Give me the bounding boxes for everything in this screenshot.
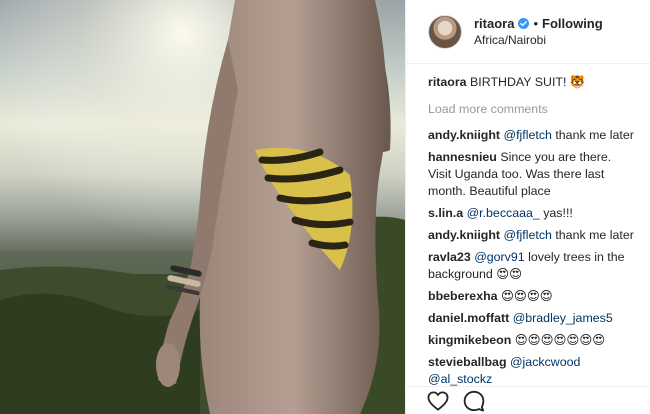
- comment-item: stevieballbag @jackcwood @al_stockz: [428, 354, 634, 388]
- comment-text: thank me later: [551, 228, 634, 242]
- comment-username[interactable]: andy.kniight: [428, 128, 500, 142]
- comment-mention-link[interactable]: @fjfletch: [504, 228, 552, 242]
- comment-username[interactable]: daniel.moffatt: [428, 311, 509, 325]
- comment-username[interactable]: s.lin.a: [428, 206, 463, 220]
- separator-dot: •: [533, 15, 539, 31]
- comment-username[interactable]: andy.kniight: [428, 228, 500, 242]
- verified-badge-icon: [518, 17, 530, 29]
- comment-username[interactable]: bbeberexha: [428, 289, 498, 303]
- comment-username[interactable]: kingmikebeon: [428, 333, 511, 347]
- post-photo[interactable]: [0, 0, 405, 414]
- follow-button[interactable]: Following: [542, 15, 603, 32]
- comment-bubble-icon[interactable]: [462, 389, 486, 413]
- comment-item: andy.kniight @fjfletch thank me later: [428, 227, 634, 244]
- comment-username[interactable]: hannesnieu: [428, 150, 497, 164]
- comment-text: thank me later: [551, 128, 634, 142]
- avatar[interactable]: [428, 14, 462, 49]
- post-actions: [406, 386, 650, 414]
- comment-username[interactable]: stevieballbag: [428, 355, 507, 369]
- comments-list: ritaora BIRTHDAY SUIT! 🐯 Load more comme…: [406, 64, 650, 414]
- heart-icon[interactable]: [426, 389, 450, 413]
- caption-text: BIRTHDAY SUIT! 🐯: [470, 75, 586, 89]
- comment-item: ravla23 @gorv91 lovely trees in the back…: [428, 249, 634, 283]
- comment-item: daniel.moffatt @bradley_james5: [428, 310, 634, 327]
- post-author-info: ritaora • Following Africa/Nairobi: [474, 15, 603, 49]
- username-link[interactable]: ritaora: [474, 15, 514, 32]
- comment-text: 😍😍😍😍😍😍😍: [514, 333, 606, 347]
- post-caption: ritaora BIRTHDAY SUIT! 🐯: [428, 74, 634, 91]
- comment-item: andy.kniight @fjfletch thank me later: [428, 127, 634, 144]
- comment-item: kingmikebeon 😍😍😍😍😍😍😍: [428, 332, 634, 349]
- comment-text: yas!!!: [539, 206, 573, 220]
- comment-mention-link[interactable]: @fjfletch: [504, 128, 552, 142]
- comment-mention-link[interactable]: @bradley_james5: [513, 311, 613, 325]
- comment-item: bbeberexha 😍😍😍😍: [428, 288, 634, 305]
- comment-mention-link[interactable]: @r.beccaaa_: [467, 206, 540, 220]
- post-header: ritaora • Following Africa/Nairobi: [406, 0, 650, 64]
- instagram-post: ritaora • Following Africa/Nairobi ritao…: [0, 0, 650, 414]
- comment-text: 😍😍😍😍: [501, 289, 553, 303]
- comment-item: s.lin.a @r.beccaaa_ yas!!!: [428, 205, 634, 222]
- post-sidebar: ritaora • Following Africa/Nairobi ritao…: [405, 0, 650, 414]
- load-more-comments-button[interactable]: Load more comments: [428, 101, 634, 118]
- photo-scene: [0, 0, 405, 414]
- caption-username[interactable]: ritaora: [428, 75, 467, 89]
- location-link[interactable]: Africa/Nairobi: [474, 32, 603, 49]
- comment-item: hannesnieu Since you are there. Visit Ug…: [428, 149, 634, 200]
- comment-username[interactable]: ravla23: [428, 250, 471, 264]
- comment-mention-link[interactable]: @gorv91: [474, 250, 524, 264]
